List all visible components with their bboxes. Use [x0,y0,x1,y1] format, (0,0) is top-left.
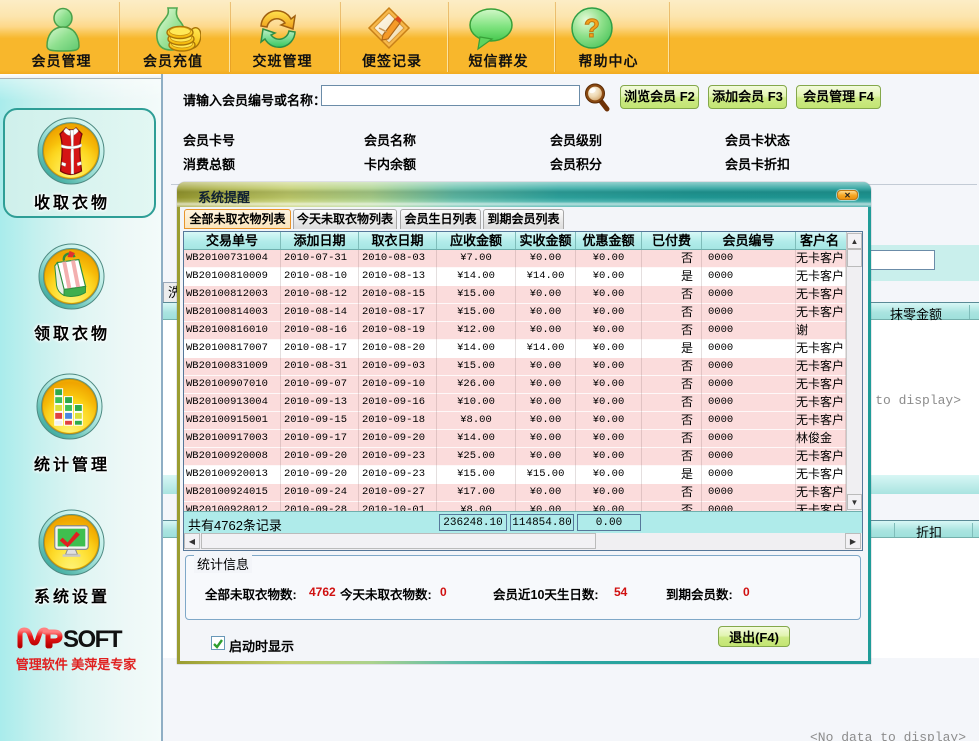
svg-text:?: ? [584,13,600,43]
svg-text:SOFT: SOFT [63,626,123,650]
